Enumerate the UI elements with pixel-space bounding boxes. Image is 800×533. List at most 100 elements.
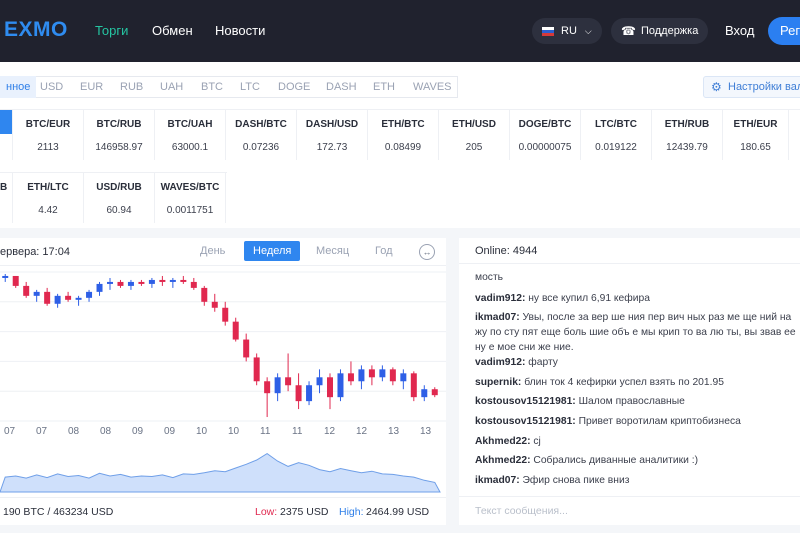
x-tick-label: 12	[356, 426, 368, 437]
chat-message: kostousov15121981: Шалом православные	[475, 394, 800, 409]
chat-message: ikmad07: Эфир снова пике вниз	[475, 473, 800, 488]
nav-trade[interactable]: Торги	[95, 23, 128, 38]
login-link[interactable]: Вход	[725, 23, 754, 38]
price-chart-panel: ервера: 17:04 День Неделя Месяц Год ↔ 07…	[0, 238, 446, 525]
rate-cell[interactable]: ETH/LTC 4.42	[13, 173, 84, 223]
high-label: High:	[339, 506, 364, 518]
candle-body	[327, 377, 333, 398]
fullscreen-icon[interactable]: ↔	[419, 244, 435, 260]
rate-cell[interactable]: DASH/USD 172.73	[297, 110, 368, 160]
tab-waves[interactable]: WAVES	[413, 76, 452, 98]
chat-text: cj	[533, 436, 541, 447]
period-month[interactable]: Месяц	[316, 241, 349, 261]
volume-summary: 190 BTC / 463234 USD	[3, 506, 114, 518]
candle-body	[54, 295, 61, 304]
chat-text: Привет воротилам криптобизнеса	[578, 416, 741, 427]
period-day[interactable]: День	[200, 241, 225, 261]
rate-cell[interactable]: ETH/RUB 12439.79	[652, 110, 723, 160]
language-selector[interactable]: RU ⌵	[532, 18, 602, 44]
chat-user[interactable]: vadim912:	[475, 357, 525, 368]
tab-usd[interactable]: USD	[40, 76, 63, 98]
candle-body	[148, 279, 155, 284]
candle-body	[264, 381, 271, 394]
chart-footer: 190 BTC / 463234 USD Low: 2375 USD High:…	[0, 497, 446, 525]
chat-text: фарту	[528, 357, 558, 368]
rate-pair: ETH/LTC	[27, 182, 69, 193]
rate-value: 60.94	[106, 205, 132, 216]
language-label: RU	[561, 25, 577, 37]
candle-body	[400, 373, 407, 382]
chat-text: ну все купил 6,91 кефира	[528, 293, 650, 304]
tab-eur[interactable]: EUR	[80, 76, 103, 98]
currency-settings-button[interactable]: ⚙ Настройки вал	[703, 76, 800, 98]
period-year[interactable]: Год	[375, 241, 393, 261]
rate-cell[interactable]: LTC/BTC 0.019122	[581, 110, 652, 160]
support-button[interactable]: ☎ Поддержка	[611, 18, 709, 44]
chat-user[interactable]: kostousov15121981:	[475, 416, 576, 427]
chat-fragment: мость	[475, 272, 504, 283]
rate-cell[interactable]: DASH/BTC 0.07236	[226, 110, 297, 160]
tab-dash[interactable]: DASH	[326, 76, 357, 98]
chat-user[interactable]: Akhmed22:	[475, 455, 531, 466]
tab-eth[interactable]: ETH	[373, 76, 395, 98]
register-button[interactable]: Рег	[768, 17, 800, 45]
gear-icon: ⚙	[711, 80, 722, 94]
chat-user[interactable]: kostousov15121981:	[475, 396, 576, 407]
candle-body	[232, 321, 239, 340]
top-navigation-bar: EXMO Торги Обмен Новости RU ⌵ ☎ Поддержк…	[0, 0, 800, 62]
rate-cell[interactable]: BTC/RUB 146958.97	[84, 110, 155, 160]
tab-selected[interactable]: нное	[0, 76, 37, 98]
chat-message: Akhmed22: cj	[475, 434, 800, 449]
x-tick-label: 13	[420, 426, 432, 437]
candle-body	[306, 385, 313, 402]
x-tick-label: 08	[100, 426, 112, 437]
rate-pair: DASH/BTC	[235, 119, 287, 130]
rate-pair: ETH/RUB	[664, 119, 710, 130]
rate-pair: ETH/USD	[452, 119, 496, 130]
rate-pair: DOGE/BTC	[518, 119, 572, 130]
rate-cell[interactable]: ETH/USD 205	[439, 110, 510, 160]
candle-body	[389, 369, 396, 382]
tab-doge[interactable]: DOGE	[278, 76, 310, 98]
tab-btc[interactable]: BTC	[201, 76, 223, 98]
rate-value: 0.07236	[242, 142, 280, 153]
candle-body	[127, 281, 134, 286]
x-tick-label: 09	[132, 426, 144, 437]
rate-cell[interactable]: DOGE/BTC 0.00000075	[510, 110, 581, 160]
rate-value: 0.019122	[595, 142, 637, 153]
nav-exchange[interactable]: Обмен	[152, 23, 193, 38]
candle-body	[421, 389, 428, 398]
rate-pair: ETH/BTC	[381, 119, 425, 130]
candle-body	[12, 275, 19, 286]
x-tick-label: 07	[4, 426, 16, 437]
chat-user[interactable]: ikmad07:	[475, 312, 520, 323]
candle-body	[180, 279, 187, 282]
chat-message-input[interactable]: Текст сообщения...	[459, 496, 800, 525]
nav-news[interactable]: Новости	[215, 23, 265, 38]
chat-user[interactable]: Akhmed22:	[475, 436, 531, 447]
tab-uah[interactable]: UAH	[160, 76, 183, 98]
rate-cell[interactable]: BTC/EUR 2113	[13, 110, 84, 160]
period-week[interactable]: Неделя	[244, 241, 301, 261]
candle-body	[347, 373, 354, 382]
candlestick-chart[interactable]: 07 07 08 08 09 09 10 10 11 11 12 12 13 13	[0, 266, 446, 497]
rates-row-1: BTC/EUR 2113 BTC/RUB 146958.97 BTC/UAH 6300…	[0, 109, 800, 161]
tab-rub[interactable]: RUB	[120, 76, 143, 98]
exmo-logo[interactable]: EXMO	[4, 18, 68, 42]
rate-cell[interactable]: WAVES/BTC 0.0011751	[155, 173, 226, 223]
volume-area	[0, 453, 441, 493]
rate-value: 0.08499	[384, 142, 422, 153]
chat-user[interactable]: vadim912:	[475, 293, 525, 304]
chat-user[interactable]: ikmad07:	[475, 475, 520, 486]
chat-user[interactable]: supernik:	[475, 377, 521, 388]
candle-body	[2, 275, 9, 278]
tab-ltc[interactable]: LTC	[240, 76, 260, 98]
rate-cell[interactable]: BTC/UAH 63000.1	[155, 110, 226, 160]
rate-cell[interactable]: USD/RUB 60.94	[84, 173, 155, 223]
rate-cell[interactable]: ETH/BTC 0.08499	[368, 110, 439, 160]
rate-cell[interactable]: ETH/EUR 180.65	[723, 110, 789, 160]
russia-flag-icon	[542, 26, 554, 36]
candle-body	[86, 291, 93, 298]
rate-value: 2113	[37, 142, 59, 153]
candle-body	[117, 281, 124, 286]
